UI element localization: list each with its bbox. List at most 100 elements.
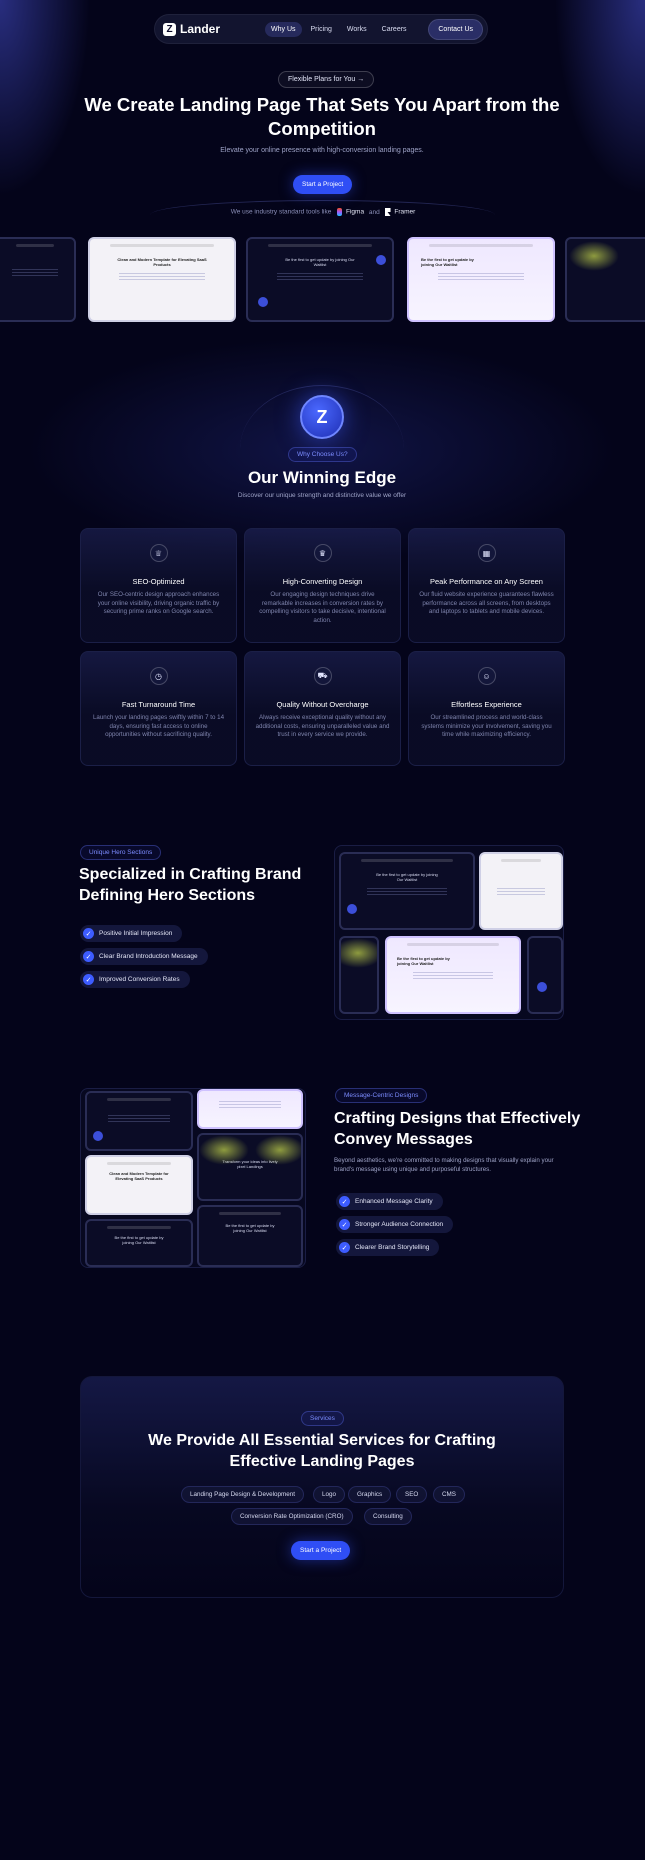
cart-icon: ⛟ [313, 667, 332, 685]
edge-subtitle: Discover our unique strength and distinc… [237, 492, 407, 499]
hero-sections-collage: Be the first to get update by joining Ou… [334, 845, 564, 1020]
layout-icon: ▦ [477, 544, 496, 562]
shot-nav-bar [219, 1212, 281, 1215]
tools-and: and [368, 208, 380, 216]
shot-text-lines [11, 269, 59, 277]
service-chip: Landing Page Design & Development [181, 1486, 305, 1503]
page: Z Lander Why Us Pricing Works Careers Co… [0, 0, 645, 1860]
decor-blob [93, 1131, 103, 1141]
card-title: Peak Performance on Any Screen [430, 577, 543, 586]
card-text: Our streamlined process and world-class … [421, 714, 552, 739]
shot-nav-bar [16, 244, 54, 247]
feature-card-quality: ⛟ Quality Without Overcharge Always rece… [244, 651, 401, 766]
message-collage: Clean and Modern Template for Elevating … [80, 1088, 306, 1268]
shot-text-lines [413, 972, 493, 980]
collage-shot-dark: Be the first to get update by joining Ou… [339, 852, 475, 930]
tools-line: We use industry standard tools like Figm… [173, 208, 473, 216]
service-chip: Conversion Rate Optimization (CRO) [231, 1508, 353, 1525]
contact-us-button[interactable]: Contact Us [428, 18, 483, 40]
card-title: SEO-Optimized [132, 577, 185, 586]
hero-title: We Create Landing Page That Sets You Apa… [84, 94, 560, 139]
check-item: ✓ Clear Brand Introduction Message [80, 948, 208, 965]
shot-nav-bar [429, 244, 533, 247]
check-item: ✓ Enhanced Message Clarity [336, 1193, 443, 1210]
check-item: ✓ Positive Initial Impression [80, 925, 183, 942]
start-project-button[interactable]: Start a Project [293, 175, 353, 194]
collage-shot-light [479, 852, 563, 930]
card-text: Launch your landing pages swiftly within… [92, 714, 225, 739]
service-chip: Consulting [364, 1508, 412, 1525]
shot-title: Clean and Modern Template for Elevating … [109, 1171, 169, 1181]
tool-framer: Framer [394, 208, 416, 216]
check-item-label: Clear Brand Introduction Message [99, 953, 198, 960]
message-title: Crafting Designs that Effectively Convey… [334, 1110, 581, 1148]
feature-card-seo: ♕ SEO-Optimized Our SEO-centric design a… [80, 528, 237, 643]
hero-sections-title: Specialized in Crafting Brand Defining H… [79, 866, 302, 904]
logo[interactable]: Z Lander [163, 22, 220, 36]
message-subtitle: Beyond aesthetics, we're committed to ma… [334, 1157, 554, 1173]
card-text: Always receive exceptional quality witho… [255, 714, 390, 739]
feature-card-turnaround: ◷ Fast Turnaround Time Launch your landi… [80, 651, 237, 766]
shot-nav-bar [361, 859, 453, 862]
collage-shot-edge [527, 936, 563, 1014]
showcase-shot-3: Be the first to get update by joining Ou… [246, 237, 394, 322]
checkmark-icon: ✓ [339, 1219, 350, 1230]
nav-link-why-us[interactable]: Why Us [265, 21, 302, 37]
shot-nav-bar [107, 1226, 171, 1229]
shot-title: Be the first to get update by joining Ou… [285, 257, 355, 267]
services-title: We Provide All Essential Services for Cr… [148, 1432, 496, 1470]
shot-title: Clean and Modern Template for Elevating … [117, 257, 207, 267]
service-chip: SEO [396, 1486, 428, 1503]
showcase-shot-1 [0, 237, 76, 322]
card-title: High-Converting Design [282, 577, 363, 586]
check-item-label: Stronger Audience Connection [355, 1221, 444, 1228]
shot-title: Be the first to get update by joining Ou… [376, 872, 438, 882]
edge-title: Our Winning Edge [247, 468, 397, 487]
checkmark-icon: ✓ [83, 974, 94, 985]
nav-link-careers[interactable]: Careers [376, 22, 413, 37]
decor-glow [569, 241, 619, 271]
collage-shot-glow: Transform your ideas into lively pixel L… [197, 1133, 303, 1201]
shot-nav-bar [107, 1098, 171, 1101]
tools-prefix: We use industry standard tools like [230, 208, 332, 216]
figma-icon [337, 208, 343, 216]
check-item: ✓ Stronger Audience Connection [336, 1216, 454, 1233]
check-item-label: Improved Conversion Rates [99, 976, 180, 983]
shot-title: Be the first to get update by joining Ou… [421, 257, 474, 267]
shot-text-lines [118, 273, 206, 281]
feature-card-experience: ☺ Effortless Experience Our streamlined … [408, 651, 565, 766]
decor-glow [199, 1135, 249, 1165]
showcase-shot-2: Clean and Modern Template for Elevating … [88, 237, 236, 322]
smile-icon: ☺ [477, 667, 496, 685]
decor-glow [341, 938, 377, 968]
shot-text-lines [107, 1115, 171, 1123]
flexible-plans-pill[interactable]: Flexible Plans for You → [278, 71, 375, 88]
collage-shot-glow [339, 936, 379, 1014]
check-item-label: Positive Initial Impression [99, 930, 173, 937]
service-chip: Logo [313, 1486, 346, 1503]
checkmark-icon: ✓ [339, 1242, 350, 1253]
nav-link-pricing[interactable]: Pricing [305, 22, 338, 37]
stopwatch-icon: ◷ [149, 667, 168, 685]
decor-blob [376, 255, 386, 265]
shot-text-lines [497, 888, 545, 896]
services-start-project-button[interactable]: Start a Project [291, 1541, 351, 1560]
logo-text: Lander [180, 22, 221, 36]
shot-text-lines [219, 1101, 281, 1109]
message-centric-tag: Message-Centric Designs [335, 1088, 428, 1103]
unique-hero-sections-tag: Unique Hero Sections [80, 845, 162, 860]
shot-nav-bar [110, 244, 214, 247]
feature-card-conversion: ♛ High-Converting Design Our engaging de… [244, 528, 401, 643]
shot-text-lines [276, 273, 364, 281]
shot-text-lines [367, 888, 447, 896]
flexible-plans-label: Flexible Plans for You [288, 76, 356, 83]
checkmark-icon: ✓ [83, 951, 94, 962]
collage-shot-dark [85, 1091, 193, 1151]
nav-link-works[interactable]: Works [341, 22, 373, 37]
shot-title: Be the first to get update by joining Ou… [397, 956, 450, 966]
card-text: Our fluid website experience guarantees … [419, 591, 554, 616]
check-item-label: Clearer Brand Storytelling [355, 1244, 430, 1251]
shot-title: Be the first to get update by joining Ou… [114, 1235, 164, 1245]
check-item: ✓ Clearer Brand Storytelling [336, 1239, 440, 1256]
trophy-icon: ♕ [149, 544, 168, 562]
